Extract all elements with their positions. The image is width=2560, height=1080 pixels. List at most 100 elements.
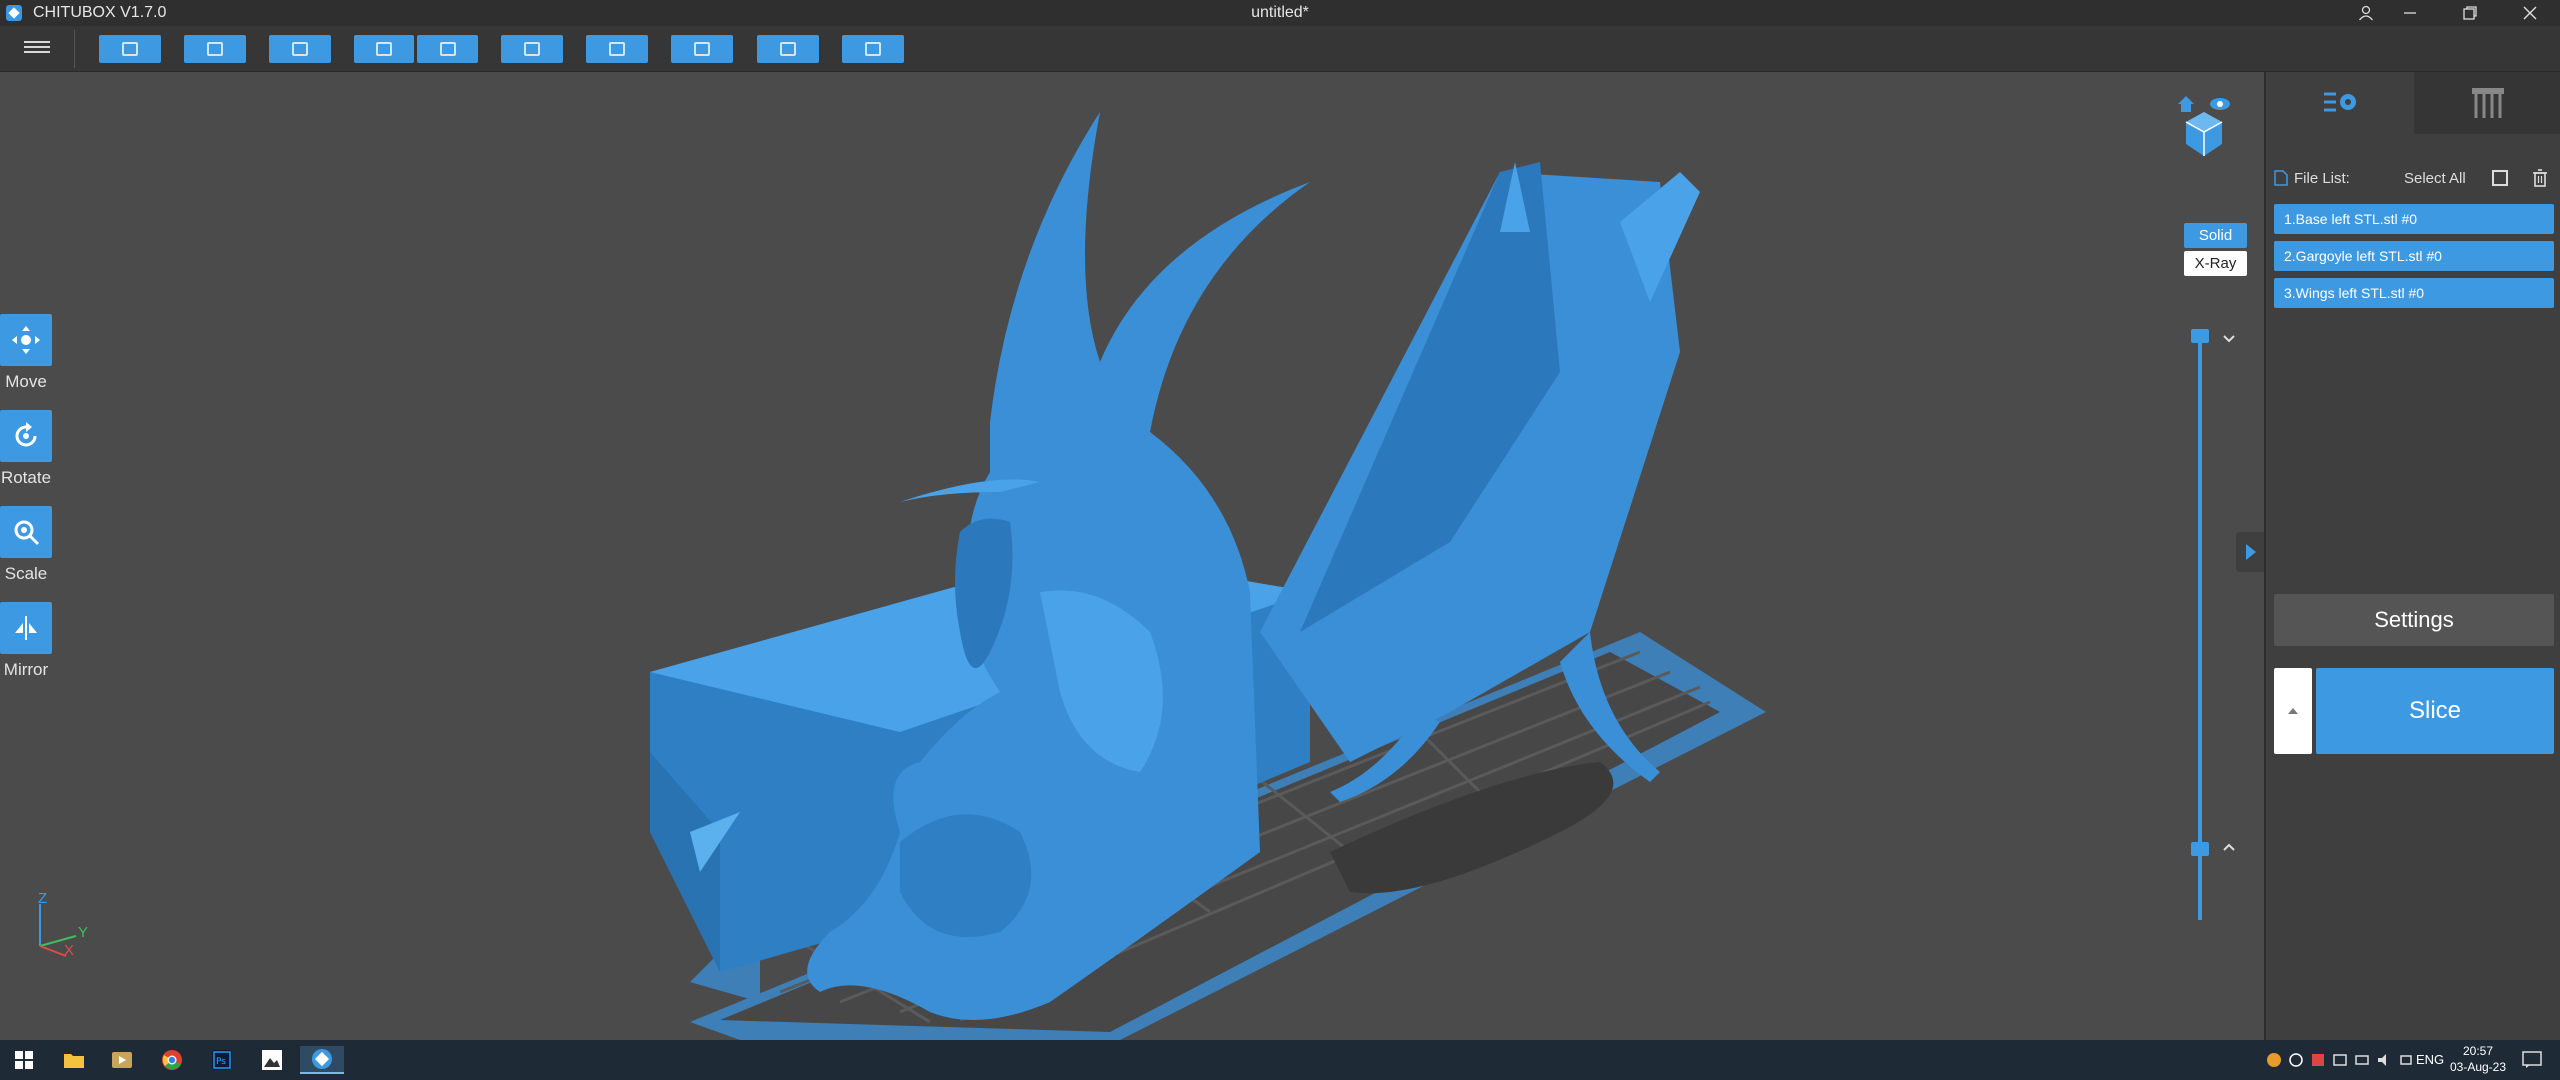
tray-app-icon[interactable] xyxy=(2288,1052,2304,1068)
slider-up-button[interactable] xyxy=(2222,840,2236,854)
delete-button[interactable] xyxy=(2530,168,2550,188)
axis-z-label: Z xyxy=(38,890,48,907)
model-list-icon xyxy=(2324,92,2356,112)
supports-icon xyxy=(2472,88,2504,118)
caret-up-icon xyxy=(2288,708,2298,714)
save-button[interactable] xyxy=(184,35,246,63)
taskbar-image-viewer[interactable] xyxy=(258,1046,286,1074)
import-button[interactable] xyxy=(354,35,414,63)
view-cube[interactable] xyxy=(2176,92,2232,158)
restore-button[interactable] xyxy=(2440,0,2500,26)
taskbar-chitubox[interactable] xyxy=(300,1046,344,1074)
network-icon xyxy=(2355,1055,2369,1065)
scale-tool[interactable]: Scale xyxy=(0,506,52,584)
side-panel: File List: Select All 1.Base left STL.st… xyxy=(2264,72,2560,1040)
select-all-checkbox[interactable] xyxy=(2492,170,2508,186)
menu-button[interactable] xyxy=(24,38,50,60)
app-logo-icon xyxy=(6,5,22,21)
supports-button[interactable] xyxy=(757,35,819,63)
3d-viewport[interactable]: Move Rotate Scale Mirror Solid X-Ray Z Y… xyxy=(0,72,2264,1040)
panel-toggle-button[interactable] xyxy=(2236,532,2264,572)
tray-orange-icon xyxy=(2267,1053,2281,1067)
app-name: CHITUBOX V1.7.0 xyxy=(33,4,167,21)
drop-icon xyxy=(694,42,710,56)
taskbar-photoshop[interactable]: Ps xyxy=(208,1046,236,1074)
copy-icon xyxy=(524,42,540,56)
solid-mode-button[interactable]: Solid xyxy=(2184,223,2247,248)
move-tool[interactable]: Move xyxy=(0,314,52,392)
rotate-label: Rotate xyxy=(0,468,52,487)
tray-app-icon[interactable] xyxy=(2332,1052,2348,1068)
settings-button[interactable]: Settings xyxy=(2274,594,2554,646)
tab-models[interactable] xyxy=(2266,72,2414,134)
layer-slider-bottom-handle[interactable] xyxy=(2191,842,2209,856)
package-button[interactable] xyxy=(842,35,904,63)
slice-button[interactable]: Slice xyxy=(2316,668,2554,754)
layer-slider-top-handle[interactable] xyxy=(2191,329,2209,343)
minimize-icon xyxy=(2404,12,2416,14)
file-icon xyxy=(2274,170,2288,186)
restore-icon xyxy=(2463,6,2477,20)
plug-icon xyxy=(2400,1055,2412,1065)
xray-mode-button[interactable]: X-Ray xyxy=(2184,251,2247,276)
rotate-tool[interactable]: Rotate xyxy=(0,410,52,488)
windows-taskbar: Ps ENG 20:57 03-Aug-23 xyxy=(0,1040,2560,1080)
tray-security-icon xyxy=(2312,1054,2324,1066)
hollow-button[interactable] xyxy=(586,35,648,63)
layer-slider-track[interactable] xyxy=(2198,334,2202,920)
mirror-tool[interactable]: Mirror xyxy=(0,602,52,680)
clock[interactable]: 20:57 03-Aug-23 xyxy=(2440,1043,2516,1075)
scale-icon xyxy=(14,520,40,546)
export-button[interactable] xyxy=(417,35,478,63)
user-icon xyxy=(2358,5,2374,21)
rotate-tool-button[interactable] xyxy=(0,410,52,462)
toolbar-divider xyxy=(74,30,75,68)
document-title: untitled* xyxy=(1251,4,1309,21)
start-button[interactable] xyxy=(10,1046,38,1074)
slider-down-button[interactable] xyxy=(2222,332,2236,346)
tray-app-icon[interactable] xyxy=(2266,1052,2282,1068)
import-icon xyxy=(376,42,392,56)
tray-app-icon[interactable] xyxy=(2310,1052,2326,1068)
notifications-button[interactable] xyxy=(2522,1051,2542,1069)
copy-button[interactable] xyxy=(501,35,563,63)
layout-icon xyxy=(292,42,308,56)
open-file-button[interactable] xyxy=(99,35,161,63)
svg-text:Ps: Ps xyxy=(216,1057,226,1067)
file-list-item[interactable]: 3.Wings left STL.stl #0 xyxy=(2274,278,2554,308)
taskbar-file-explorer[interactable] xyxy=(60,1046,88,1074)
move-label: Move xyxy=(5,372,47,391)
chrome-icon xyxy=(162,1050,182,1070)
chitubox-icon xyxy=(312,1049,332,1069)
tray-volume-icon[interactable] xyxy=(2376,1052,2392,1068)
triangle-right-icon xyxy=(2246,544,2256,560)
axis-y-label: Y xyxy=(78,924,89,941)
taskbar-media-player[interactable] xyxy=(108,1046,136,1074)
export-icon xyxy=(439,42,456,56)
tray-network-icon[interactable] xyxy=(2354,1052,2370,1068)
taskbar-chrome[interactable] xyxy=(158,1046,186,1074)
folder-icon xyxy=(122,42,138,56)
media-player-icon xyxy=(112,1052,132,1068)
hamburger-line xyxy=(24,46,50,48)
scene-canvas xyxy=(650,112,1766,1040)
trash-icon xyxy=(2533,169,2547,187)
file-list-item[interactable]: 2.Gargoyle left STL.stl #0 xyxy=(2274,241,2554,271)
mirror-icon xyxy=(15,616,37,640)
save-icon xyxy=(207,42,223,56)
scale-tool-button[interactable] xyxy=(0,506,52,558)
mirror-label: Mirror xyxy=(3,660,49,679)
tray-power-icon[interactable] xyxy=(2398,1052,2414,1068)
minimize-button[interactable] xyxy=(2380,0,2440,26)
gargoyle-hands xyxy=(900,814,1032,937)
close-button[interactable] xyxy=(2500,0,2560,26)
dig-hole-button[interactable] xyxy=(671,35,733,63)
move-tool-button[interactable] xyxy=(0,314,52,366)
slice-options-button[interactable] xyxy=(2274,668,2312,754)
auto-layout-button[interactable] xyxy=(269,35,331,63)
image-viewer-icon xyxy=(262,1050,282,1070)
mirror-tool-button[interactable] xyxy=(0,602,52,654)
tab-supports[interactable] xyxy=(2414,72,2560,134)
file-list-item[interactable]: 1.Base left STL.stl #0 xyxy=(2274,204,2554,234)
file-list-label: File List: xyxy=(2294,170,2350,187)
